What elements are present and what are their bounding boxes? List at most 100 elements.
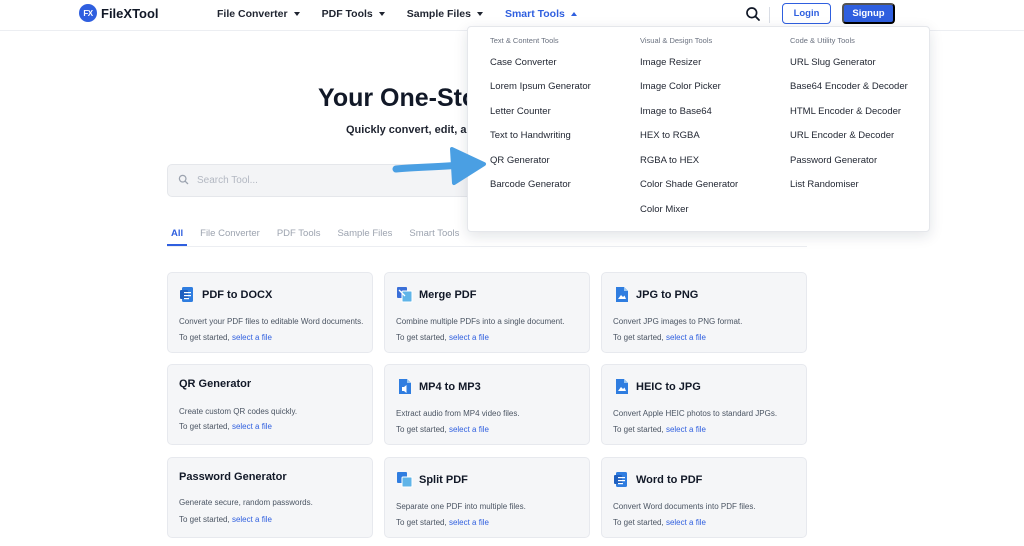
signup-button[interactable]: Signup	[842, 3, 895, 24]
logo[interactable]: FX FileXTool	[79, 4, 159, 22]
menu-item-letter-counter[interactable]: Letter Counter	[490, 106, 551, 117]
header-divider	[769, 7, 770, 23]
tab-all[interactable]: All	[167, 228, 188, 246]
search-icon	[178, 172, 189, 190]
card-description: Generate secure, random passwords.	[179, 498, 313, 507]
menu-item-base64-encoder-decoder[interactable]: Base64 Encoder & Decoder	[790, 81, 908, 92]
select-file-link[interactable]: select a file	[449, 518, 489, 527]
hero-title: Your One-Sto	[318, 84, 478, 112]
card-title: Password Generator	[179, 471, 287, 483]
tool-card-mp4-to-mp3[interactable]: MP4 to MP3 Extract audio from MP4 video …	[384, 364, 590, 445]
word-doc-icon	[179, 286, 196, 303]
chevron-down-icon	[293, 12, 300, 16]
main-nav: File Converter PDF Tools Sample Files Sm…	[217, 8, 599, 20]
smart-tools-dropdown: Text & Content Tools Case Converter Lore…	[467, 26, 930, 232]
menu-item-barcode-generator[interactable]: Barcode Generator	[490, 179, 571, 190]
chevron-down-icon	[378, 12, 385, 16]
menu-item-hex-to-rgba[interactable]: HEX to RGBA	[640, 130, 700, 141]
menu-item-lorem-ipsum-generator[interactable]: Lorem Ipsum Generator	[490, 81, 591, 92]
menu-item-password-generator[interactable]: Password Generator	[790, 155, 877, 166]
card-cta: To get started, select a file	[179, 422, 272, 431]
tab-pdf-tools[interactable]: PDF Tools	[273, 228, 325, 246]
card-cta: To get started, select a file	[613, 425, 706, 434]
card-cta: To get started, select a file	[613, 333, 706, 342]
tabs-divider	[167, 246, 807, 247]
card-title: JPG to PNG	[636, 288, 699, 301]
dropdown-column-heading: Code & Utility Tools	[790, 36, 855, 45]
tool-card-qr-generator[interactable]: QR Generator Create custom QR codes quic…	[167, 364, 373, 445]
card-title: MP4 to MP3	[419, 380, 481, 393]
menu-item-image-to-base64[interactable]: Image to Base64	[640, 106, 712, 117]
menu-item-qr-generator[interactable]: QR Generator	[490, 155, 550, 166]
select-file-link[interactable]: select a file	[232, 422, 272, 431]
menu-item-case-converter[interactable]: Case Converter	[490, 57, 557, 68]
merge-pdf-icon	[396, 286, 413, 303]
hero-subtitle: Quickly convert, edit, an	[346, 124, 474, 136]
card-description: Convert Apple HEIC photos to standard JP…	[613, 409, 778, 418]
menu-item-text-to-handwriting[interactable]: Text to Handwriting	[490, 130, 571, 141]
login-button[interactable]: Login	[782, 3, 831, 24]
nav-file-converter[interactable]: File Converter	[217, 8, 300, 20]
card-title: HEIC to JPG	[636, 380, 701, 393]
tool-card-jpg-to-png[interactable]: JPG to PNG Convert JPG images to PNG for…	[601, 272, 807, 353]
audio-file-icon	[396, 378, 413, 395]
card-title: Merge PDF	[419, 288, 477, 301]
card-cta: To get started, select a file	[396, 518, 489, 527]
select-file-link[interactable]: select a file	[232, 515, 272, 524]
select-file-link[interactable]: select a file	[666, 425, 706, 434]
tab-smart-tools[interactable]: Smart Tools	[405, 228, 463, 246]
nav-smart-tools[interactable]: Smart Tools	[505, 8, 577, 20]
tab-sample-files[interactable]: Sample Files	[333, 228, 396, 246]
tab-file-converter[interactable]: File Converter	[196, 228, 264, 246]
card-description: Combine multiple PDFs into a single docu…	[396, 317, 565, 326]
search-icon[interactable]	[745, 6, 761, 22]
logo-text: FileXTool	[101, 5, 159, 21]
chevron-down-icon	[476, 12, 483, 16]
dropdown-column-heading: Visual & Design Tools	[640, 36, 713, 45]
menu-item-url-slug-generator[interactable]: URL Slug Generator	[790, 57, 876, 68]
card-description: Separate one PDF into multiple files.	[396, 502, 526, 511]
tool-card-password-generator[interactable]: Password Generator Generate secure, rand…	[167, 457, 373, 538]
select-file-link[interactable]: select a file	[449, 425, 489, 434]
menu-item-image-resizer[interactable]: Image Resizer	[640, 57, 701, 68]
word-doc-icon	[613, 471, 630, 488]
nav-sample-files[interactable]: Sample Files	[407, 8, 483, 20]
nav-pdf-tools[interactable]: PDF Tools	[322, 8, 385, 20]
card-title: QR Generator	[179, 378, 252, 390]
select-file-link[interactable]: select a file	[449, 333, 489, 342]
logo-mark-icon: FX	[79, 4, 97, 22]
menu-item-rgba-to-hex[interactable]: RGBA to HEX	[640, 155, 699, 166]
tool-card-heic-to-jpg[interactable]: HEIC to JPG Convert Apple HEIC photos to…	[601, 364, 807, 445]
pointer-arrow-icon	[392, 143, 492, 189]
menu-item-url-encoder-decoder[interactable]: URL Encoder & Decoder	[790, 130, 894, 141]
card-title: Word to PDF	[636, 473, 703, 486]
menu-item-list-randomiser[interactable]: List Randomiser	[790, 179, 859, 190]
tool-card-merge-pdf[interactable]: Merge PDF Combine multiple PDFs into a s…	[384, 272, 590, 353]
card-cta: To get started, select a file	[396, 425, 489, 434]
card-title: Split PDF	[419, 473, 468, 486]
card-cta: To get started, select a file	[396, 333, 489, 342]
card-cta: To get started, select a file	[613, 518, 706, 527]
split-pdf-icon	[396, 471, 413, 488]
chevron-up-icon	[570, 12, 577, 16]
menu-item-image-color-picker[interactable]: Image Color Picker	[640, 81, 721, 92]
card-cta: To get started, select a file	[179, 515, 272, 524]
select-file-link[interactable]: select a file	[666, 333, 706, 342]
image-file-icon	[613, 378, 630, 395]
tool-card-pdf-to-docx[interactable]: PDF to DOCX Convert your PDF files to ed…	[167, 272, 373, 353]
select-file-link[interactable]: select a file	[666, 518, 706, 527]
card-description: Convert JPG images to PNG format.	[613, 317, 743, 326]
card-description: Extract audio from MP4 video files.	[396, 409, 520, 418]
card-title: PDF to DOCX	[202, 288, 273, 301]
card-description: Create custom QR codes quickly.	[179, 407, 298, 416]
select-file-link[interactable]: select a file	[232, 333, 272, 342]
card-cta: To get started, select a file	[179, 333, 272, 342]
tool-card-word-to-pdf[interactable]: Word to PDF Convert Word documents into …	[601, 457, 807, 538]
menu-item-color-shade-generator[interactable]: Color Shade Generator	[640, 179, 738, 190]
card-description: Convert Word documents into PDF files.	[613, 502, 756, 511]
tool-card-split-pdf[interactable]: Split PDF Separate one PDF into multiple…	[384, 457, 590, 538]
menu-item-html-encoder-decoder[interactable]: HTML Encoder & Decoder	[790, 106, 901, 117]
dropdown-column-heading: Text & Content Tools	[490, 36, 559, 45]
card-description: Convert your PDF files to editable Word …	[179, 317, 364, 326]
menu-item-color-mixer[interactable]: Color Mixer	[640, 204, 689, 215]
